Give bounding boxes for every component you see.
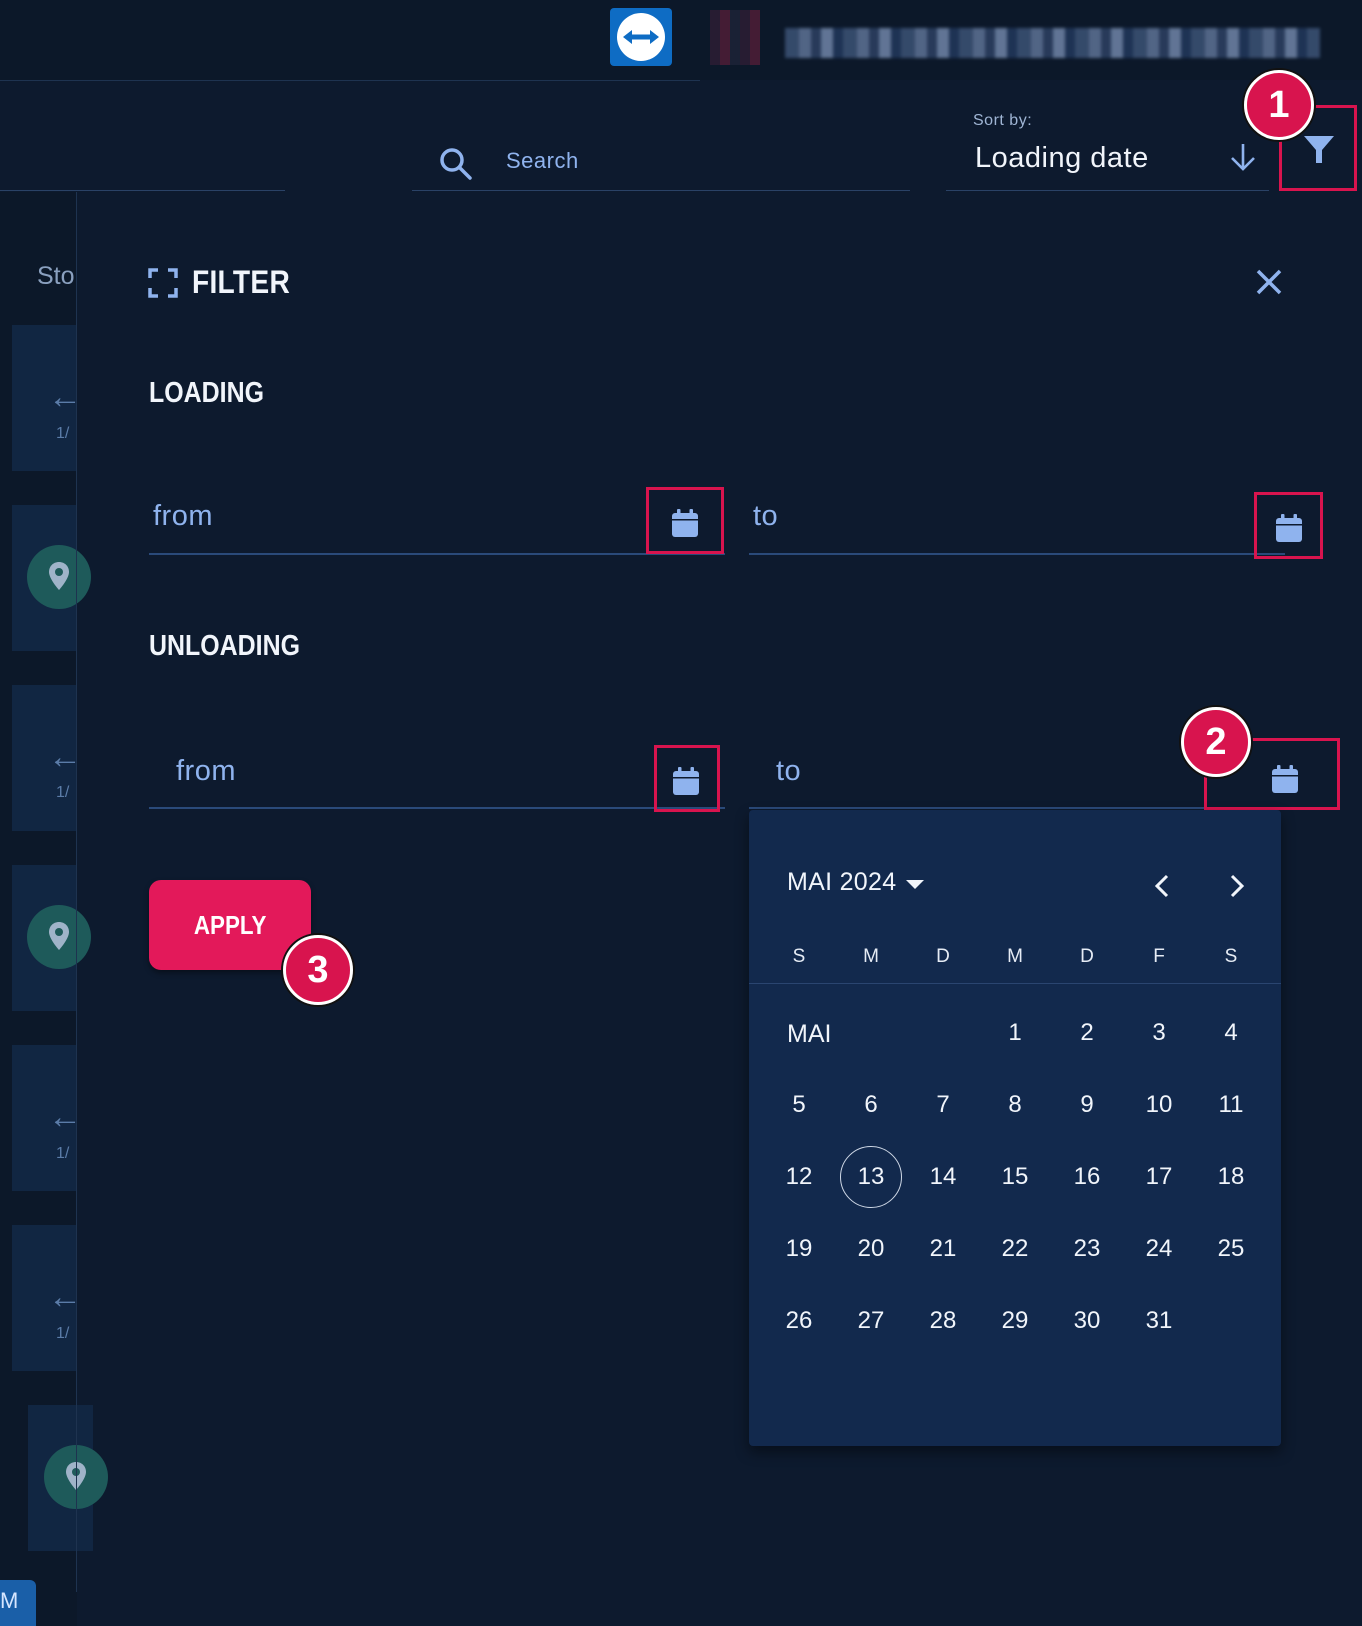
calendar-icon — [672, 509, 698, 537]
step-marker-2: 2 — [1181, 707, 1251, 777]
weekday-header: M — [863, 946, 879, 967]
datepicker-divider — [749, 983, 1281, 984]
search-underline — [412, 190, 910, 191]
sort-by-select[interactable]: Loading date — [975, 142, 1149, 175]
list-item-count: 1/ — [56, 1145, 70, 1162]
weekday-header: D — [1080, 946, 1094, 967]
location-pin-icon — [27, 905, 91, 969]
chevron-left-icon[interactable] — [1145, 868, 1181, 904]
weekday-header: M — [1007, 946, 1023, 967]
datepicker-day[interactable]: 10 — [1128, 1074, 1190, 1136]
datepicker-day[interactable]: 3 — [1128, 1002, 1190, 1064]
datepicker-month-label: MAI — [787, 1020, 832, 1048]
datepicker-day-today[interactable]: 13 — [840, 1146, 902, 1208]
bottom-chip[interactable]: M — [0, 1580, 36, 1626]
loading-from-input[interactable]: from — [153, 500, 213, 533]
unloading-section-title: UNLOADING — [149, 630, 301, 662]
filter-funnel-icon — [1304, 136, 1334, 163]
datepicker-day[interactable]: 11 — [1200, 1074, 1262, 1136]
weekday-header: S — [792, 946, 806, 967]
search-icon — [440, 148, 472, 180]
datepicker-day[interactable]: 12 — [768, 1146, 830, 1208]
datepicker-day[interactable]: 18 — [1200, 1146, 1262, 1208]
location-pin-icon — [27, 545, 91, 609]
loading-from-calendar-button[interactable] — [646, 487, 724, 554]
step-marker-1: 1 — [1244, 70, 1314, 140]
datepicker-day[interactable]: 24 — [1128, 1218, 1190, 1280]
list-item-count: 1/ — [56, 1325, 70, 1342]
close-icon[interactable] — [1252, 265, 1286, 299]
datepicker-day[interactable]: 5 — [768, 1074, 830, 1136]
loading-to-calendar-button[interactable] — [1254, 492, 1323, 559]
unloading-from-input[interactable]: from — [176, 755, 236, 788]
datepicker-day[interactable]: 30 — [1056, 1290, 1118, 1352]
step-marker-3: 3 — [283, 935, 353, 1005]
panel-divider — [76, 192, 77, 1592]
list-item-count: 1/ — [56, 784, 70, 801]
datepicker-day[interactable]: 4 — [1200, 1002, 1262, 1064]
unloading-from-underline — [149, 807, 725, 809]
calendar-icon — [1276, 514, 1302, 542]
datepicker-day[interactable]: 26 — [768, 1290, 830, 1352]
weekday-header: D — [936, 946, 950, 967]
datepicker-day[interactable]: 14 — [912, 1146, 974, 1208]
user-avatar[interactable] — [710, 10, 760, 65]
loading-from-underline — [149, 553, 725, 555]
calendar-icon — [673, 767, 699, 795]
expand-frame-icon — [148, 268, 178, 298]
loading-to-underline — [749, 553, 1285, 555]
top-bar-divider — [0, 80, 700, 81]
chevron-right-icon[interactable] — [1218, 868, 1254, 904]
left-header-underline — [0, 190, 285, 191]
datepicker-day[interactable]: 21 — [912, 1218, 974, 1280]
weekday-header: S — [1224, 946, 1238, 967]
loading-section-title: LOADING — [149, 377, 264, 409]
filter-panel-title: FILTER — [192, 264, 291, 300]
datepicker-day[interactable]: 2 — [1056, 1002, 1118, 1064]
datepicker-month-year-select[interactable]: MAI 2024 — [787, 868, 896, 897]
sort-direction-arrow-down-icon[interactable] — [1226, 140, 1260, 174]
datepicker-day[interactable]: 6 — [840, 1074, 902, 1136]
datepicker-day[interactable]: 20 — [840, 1218, 902, 1280]
caret-down-icon[interactable] — [906, 880, 924, 889]
sort-by-caption: Sort by: — [973, 112, 1033, 129]
weekday-header: F — [1153, 946, 1165, 967]
column-label: Sto — [37, 262, 75, 290]
datepicker-day[interactable]: 27 — [840, 1290, 902, 1352]
sort-underline — [946, 190, 1269, 191]
datepicker-day[interactable]: 31 — [1128, 1290, 1190, 1352]
apply-button-label: APPLY — [193, 909, 267, 940]
datepicker-day[interactable]: 17 — [1128, 1146, 1190, 1208]
datepicker-day[interactable]: 29 — [984, 1290, 1046, 1352]
datepicker-day[interactable]: 16 — [1056, 1146, 1118, 1208]
datepicker-day[interactable]: 15 — [984, 1146, 1046, 1208]
user-name-redacted — [785, 28, 1320, 58]
list-item-count: 1/ — [56, 425, 70, 442]
datepicker-day[interactable]: 8 — [984, 1074, 1046, 1136]
search-input[interactable]: Search — [506, 148, 579, 174]
datepicker-day[interactable]: 1 — [984, 1002, 1046, 1064]
datepicker-day[interactable]: 22 — [984, 1218, 1046, 1280]
unloading-to-input[interactable]: to — [776, 755, 801, 788]
unloading-from-calendar-button[interactable] — [654, 745, 720, 812]
teamviewer-logo-icon — [610, 8, 672, 66]
datepicker-day[interactable]: 25 — [1200, 1218, 1262, 1280]
datepicker-day[interactable]: 7 — [912, 1074, 974, 1136]
datepicker-day[interactable]: 19 — [768, 1218, 830, 1280]
datepicker-day[interactable]: 9 — [1056, 1074, 1118, 1136]
loading-to-input[interactable]: to — [753, 500, 778, 533]
datepicker-day[interactable]: 23 — [1056, 1218, 1118, 1280]
calendar-icon — [1272, 765, 1298, 793]
datepicker-day[interactable]: 28 — [912, 1290, 974, 1352]
